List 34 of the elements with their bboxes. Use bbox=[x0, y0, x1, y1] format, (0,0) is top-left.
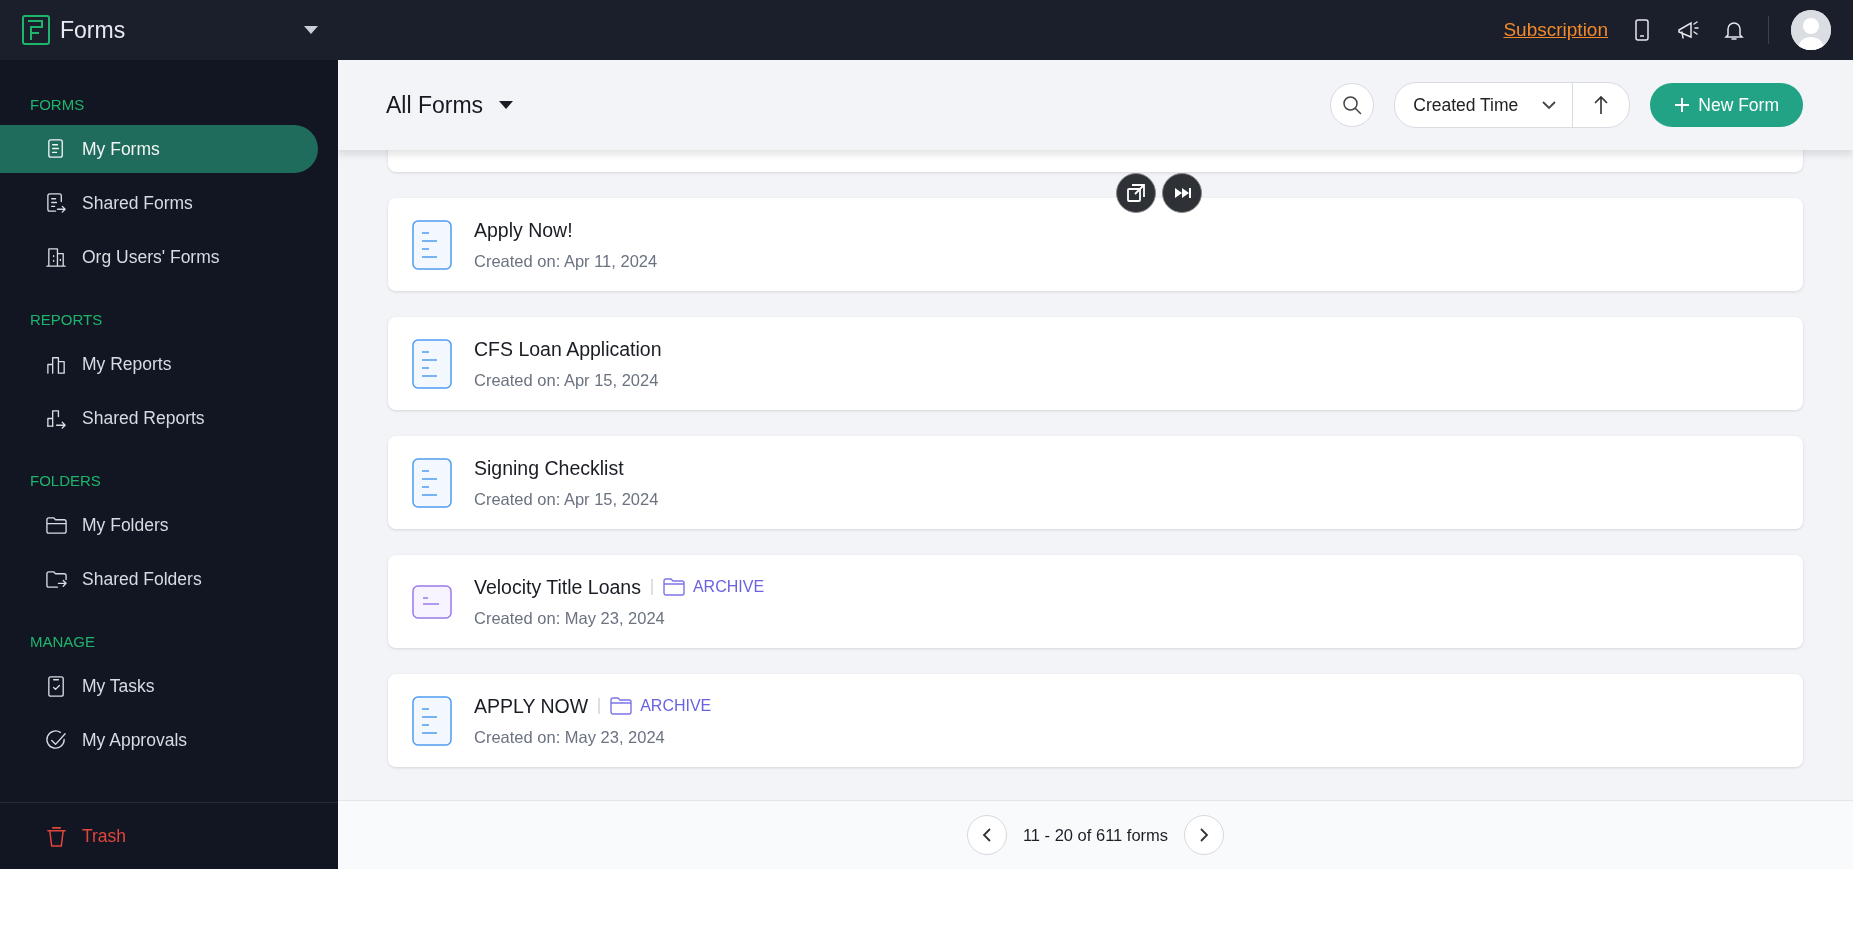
sidebar-item[interactable]: My Forms bbox=[0, 125, 318, 173]
form-card[interactable]: Velocity Title Loans ARCHIVE Created on: May 23, 2024 bbox=[388, 555, 1803, 648]
sidebar-item[interactable]: My Folders bbox=[0, 501, 318, 549]
form-name: CFS Loan Application bbox=[474, 337, 662, 361]
created-date: Created on: Apr 15, 2024 bbox=[474, 489, 659, 509]
sidebar-item[interactable]: Shared Folders bbox=[0, 555, 318, 603]
sidebar-item[interactable]: Org Users' Forms bbox=[0, 233, 318, 281]
sidebar-item[interactable]: My Approvals bbox=[0, 716, 318, 764]
form-name: APPLY NOW bbox=[474, 694, 589, 718]
section-heading: MANAGE bbox=[29, 633, 96, 652]
section-heading: REPORTS bbox=[29, 311, 104, 330]
form-name: Signing Checklist bbox=[474, 456, 624, 480]
section-heading: FORMS bbox=[29, 96, 86, 115]
sidebar-item[interactable]: Shared Reports bbox=[0, 394, 318, 442]
view-selector[interactable]: All Forms bbox=[386, 91, 514, 119]
form-card[interactable]: Signing Checklist Created on: Apr 15, 2024 bbox=[388, 436, 1803, 529]
sidebar-item[interactable]: Shared Forms bbox=[0, 179, 318, 227]
app-title: Forms bbox=[60, 16, 127, 44]
created-date: Created on: May 23, 2024 bbox=[474, 608, 666, 628]
section-heading: FOLDERS bbox=[29, 472, 102, 491]
form-name: Velocity Title Loans bbox=[474, 575, 641, 599]
form-card[interactable]: CFS Loan Application Created on: Apr 15, 2024 bbox=[388, 317, 1803, 410]
page-range: 11 - 20 of 611 forms bbox=[1022, 825, 1169, 845]
form-card[interactable]: APPLY NOW ARCHIVE Created on: May 23, 2024 bbox=[388, 674, 1803, 767]
sidebar-item[interactable]: My Reports bbox=[0, 340, 318, 388]
sidebar-item[interactable]: My Tasks bbox=[0, 662, 318, 710]
form-card[interactable]: Apply Now! Created on: Apr 11, 2024 bbox=[388, 198, 1803, 291]
form-name: Apply Now! bbox=[474, 218, 573, 242]
folder-tag[interactable]: ARCHIVE bbox=[662, 578, 765, 596]
created-date: Created on: May 23, 2024 bbox=[474, 727, 666, 747]
folder-tag[interactable]: ARCHIVE bbox=[610, 697, 712, 715]
created-date: Created on: Apr 15, 2024 bbox=[474, 370, 660, 390]
created-date: Created on: Apr 11, 2024 bbox=[474, 251, 658, 271]
subscription-link[interactable]: Subscription bbox=[1503, 19, 1608, 41]
